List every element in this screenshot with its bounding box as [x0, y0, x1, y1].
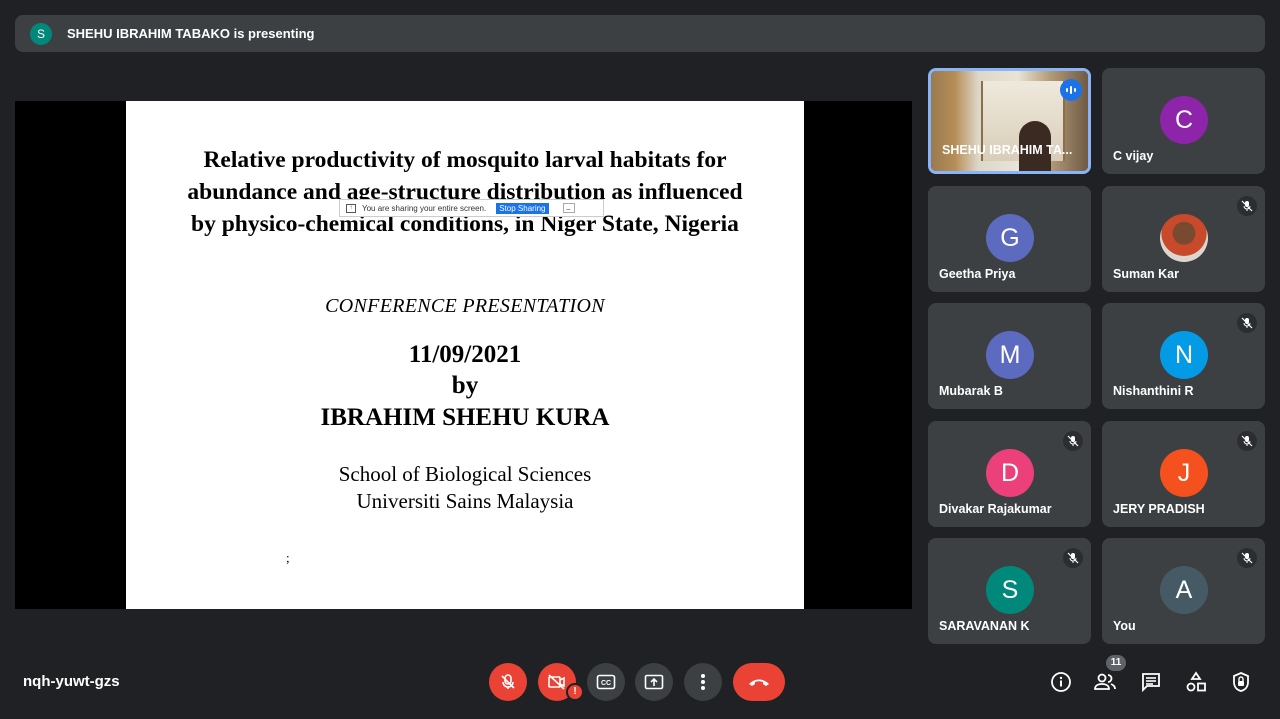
participant-name: C vijay — [1113, 149, 1154, 163]
mic-off-icon — [1237, 313, 1257, 333]
mic-off-icon — [501, 674, 515, 689]
participant-avatar: A — [1160, 566, 1208, 614]
participant-name: SHEHU IBRAHIM TA... — [942, 143, 1073, 157]
activities-icon — [1186, 671, 1206, 692]
participant-tile[interactable]: D Divakar Rajakumar — [928, 421, 1091, 527]
host-controls-button[interactable] — [1227, 668, 1255, 696]
presentation-stage: Relative productivity of mosquito larval… — [15, 101, 912, 609]
leave-call-button[interactable] — [733, 663, 785, 701]
stop-sharing-button[interactable]: Stop Sharing — [496, 202, 549, 214]
camera-toggle-button[interactable]: ! — [538, 663, 584, 701]
mic-off-icon — [1063, 548, 1083, 568]
mic-toggle-button[interactable] — [489, 663, 527, 701]
participant-photo — [1160, 214, 1208, 262]
participant-name: Mubarak B — [939, 384, 1003, 398]
camera-warning-badge: ! — [566, 683, 584, 701]
presenting-banner: S SHEHU IBRAHIM TABAKO is presenting — [15, 15, 1265, 52]
minimize-button[interactable]: _ — [562, 203, 575, 213]
slide-date: 11/09/2021 — [408, 341, 522, 368]
participant-name: You — [1113, 619, 1136, 633]
participant-avatar: N — [1160, 331, 1208, 379]
share-screen-icon: ↑ — [346, 203, 356, 213]
slide-semicolon: ; — [286, 550, 290, 565]
participant-tile-self[interactable]: A You — [1102, 538, 1265, 644]
participant-tile-presenter[interactable]: SHEHU IBRAHIM TA... — [928, 68, 1091, 174]
camera-off-icon — [548, 674, 565, 690]
participant-name: Divakar Rajakumar — [939, 502, 1052, 516]
slide-university: Universiti Sains Malaysia — [356, 489, 574, 513]
meeting-code: nqh-yuwt-gzs — [23, 673, 120, 690]
speaking-indicator-icon — [1060, 79, 1082, 101]
mic-off-icon — [1237, 548, 1257, 568]
participant-name: SARAVANAN K — [939, 619, 1030, 633]
slide-title-line: Relative productivity of mosquito larval… — [203, 147, 727, 173]
participant-tile[interactable]: Suman Kar — [1102, 186, 1265, 292]
participant-tile[interactable]: S SARAVANAN K — [928, 538, 1091, 644]
participant-tile[interactable]: G Geetha Priya — [928, 186, 1091, 292]
slide-conference: CONFERENCE PRESENTATION — [325, 295, 605, 317]
participant-avatar: G — [986, 214, 1034, 262]
mic-off-icon — [1063, 431, 1083, 451]
presenter-avatar: S — [30, 22, 52, 45]
more-options-button[interactable] — [684, 663, 722, 701]
end-call-icon — [749, 679, 769, 686]
mic-off-icon — [1237, 196, 1257, 216]
slide: Relative productivity of mosquito larval… — [126, 101, 804, 609]
participant-name: Suman Kar — [1113, 267, 1179, 281]
participant-avatar: C — [1160, 96, 1208, 144]
participant-name: Nishanthini R — [1113, 384, 1194, 398]
more-icon — [701, 674, 705, 690]
screen-share-bar: ↑ You are sharing your entire screen. St… — [339, 199, 604, 217]
people-button[interactable] — [1091, 668, 1119, 696]
participant-name: JERY PRADISH — [1113, 502, 1205, 516]
meeting-details-button[interactable] — [1047, 668, 1075, 696]
participant-tile[interactable]: J JERY PRADISH — [1102, 421, 1265, 527]
people-icon — [1094, 673, 1116, 690]
slide-title: Relative productivity of mosquito larval… — [146, 144, 784, 240]
participant-tile[interactable]: N Nishanthini R — [1102, 303, 1265, 409]
participant-avatar: M — [986, 331, 1034, 379]
chat-button[interactable] — [1137, 668, 1165, 696]
participant-tile[interactable]: C C vijay — [1102, 68, 1265, 174]
captions-button[interactable]: CC — [587, 663, 625, 701]
present-icon — [644, 674, 664, 690]
participant-avatar: D — [986, 449, 1034, 497]
mic-off-icon — [1237, 431, 1257, 451]
participant-tile[interactable]: M Mubarak B — [928, 303, 1091, 409]
participant-avatar: S — [986, 566, 1034, 614]
info-icon — [1051, 672, 1071, 692]
slide-author: IBRAHIM SHEHU KURA — [320, 404, 610, 431]
slide-school: School of Biological Sciences — [338, 462, 592, 486]
slide-by: by — [451, 372, 479, 399]
activities-button[interactable] — [1182, 668, 1210, 696]
captions-icon: CC — [596, 674, 616, 690]
present-now-button[interactable] — [635, 663, 673, 701]
participant-name: Geetha Priya — [939, 267, 1016, 281]
presenting-text: SHEHU IBRAHIM TABAKO is presenting — [67, 26, 315, 41]
chat-icon — [1142, 673, 1160, 693]
host-controls-icon — [1233, 672, 1249, 692]
share-message: You are sharing your entire screen. — [362, 203, 487, 213]
participant-avatar: J — [1160, 449, 1208, 497]
svg-text:CC: CC — [601, 680, 611, 687]
